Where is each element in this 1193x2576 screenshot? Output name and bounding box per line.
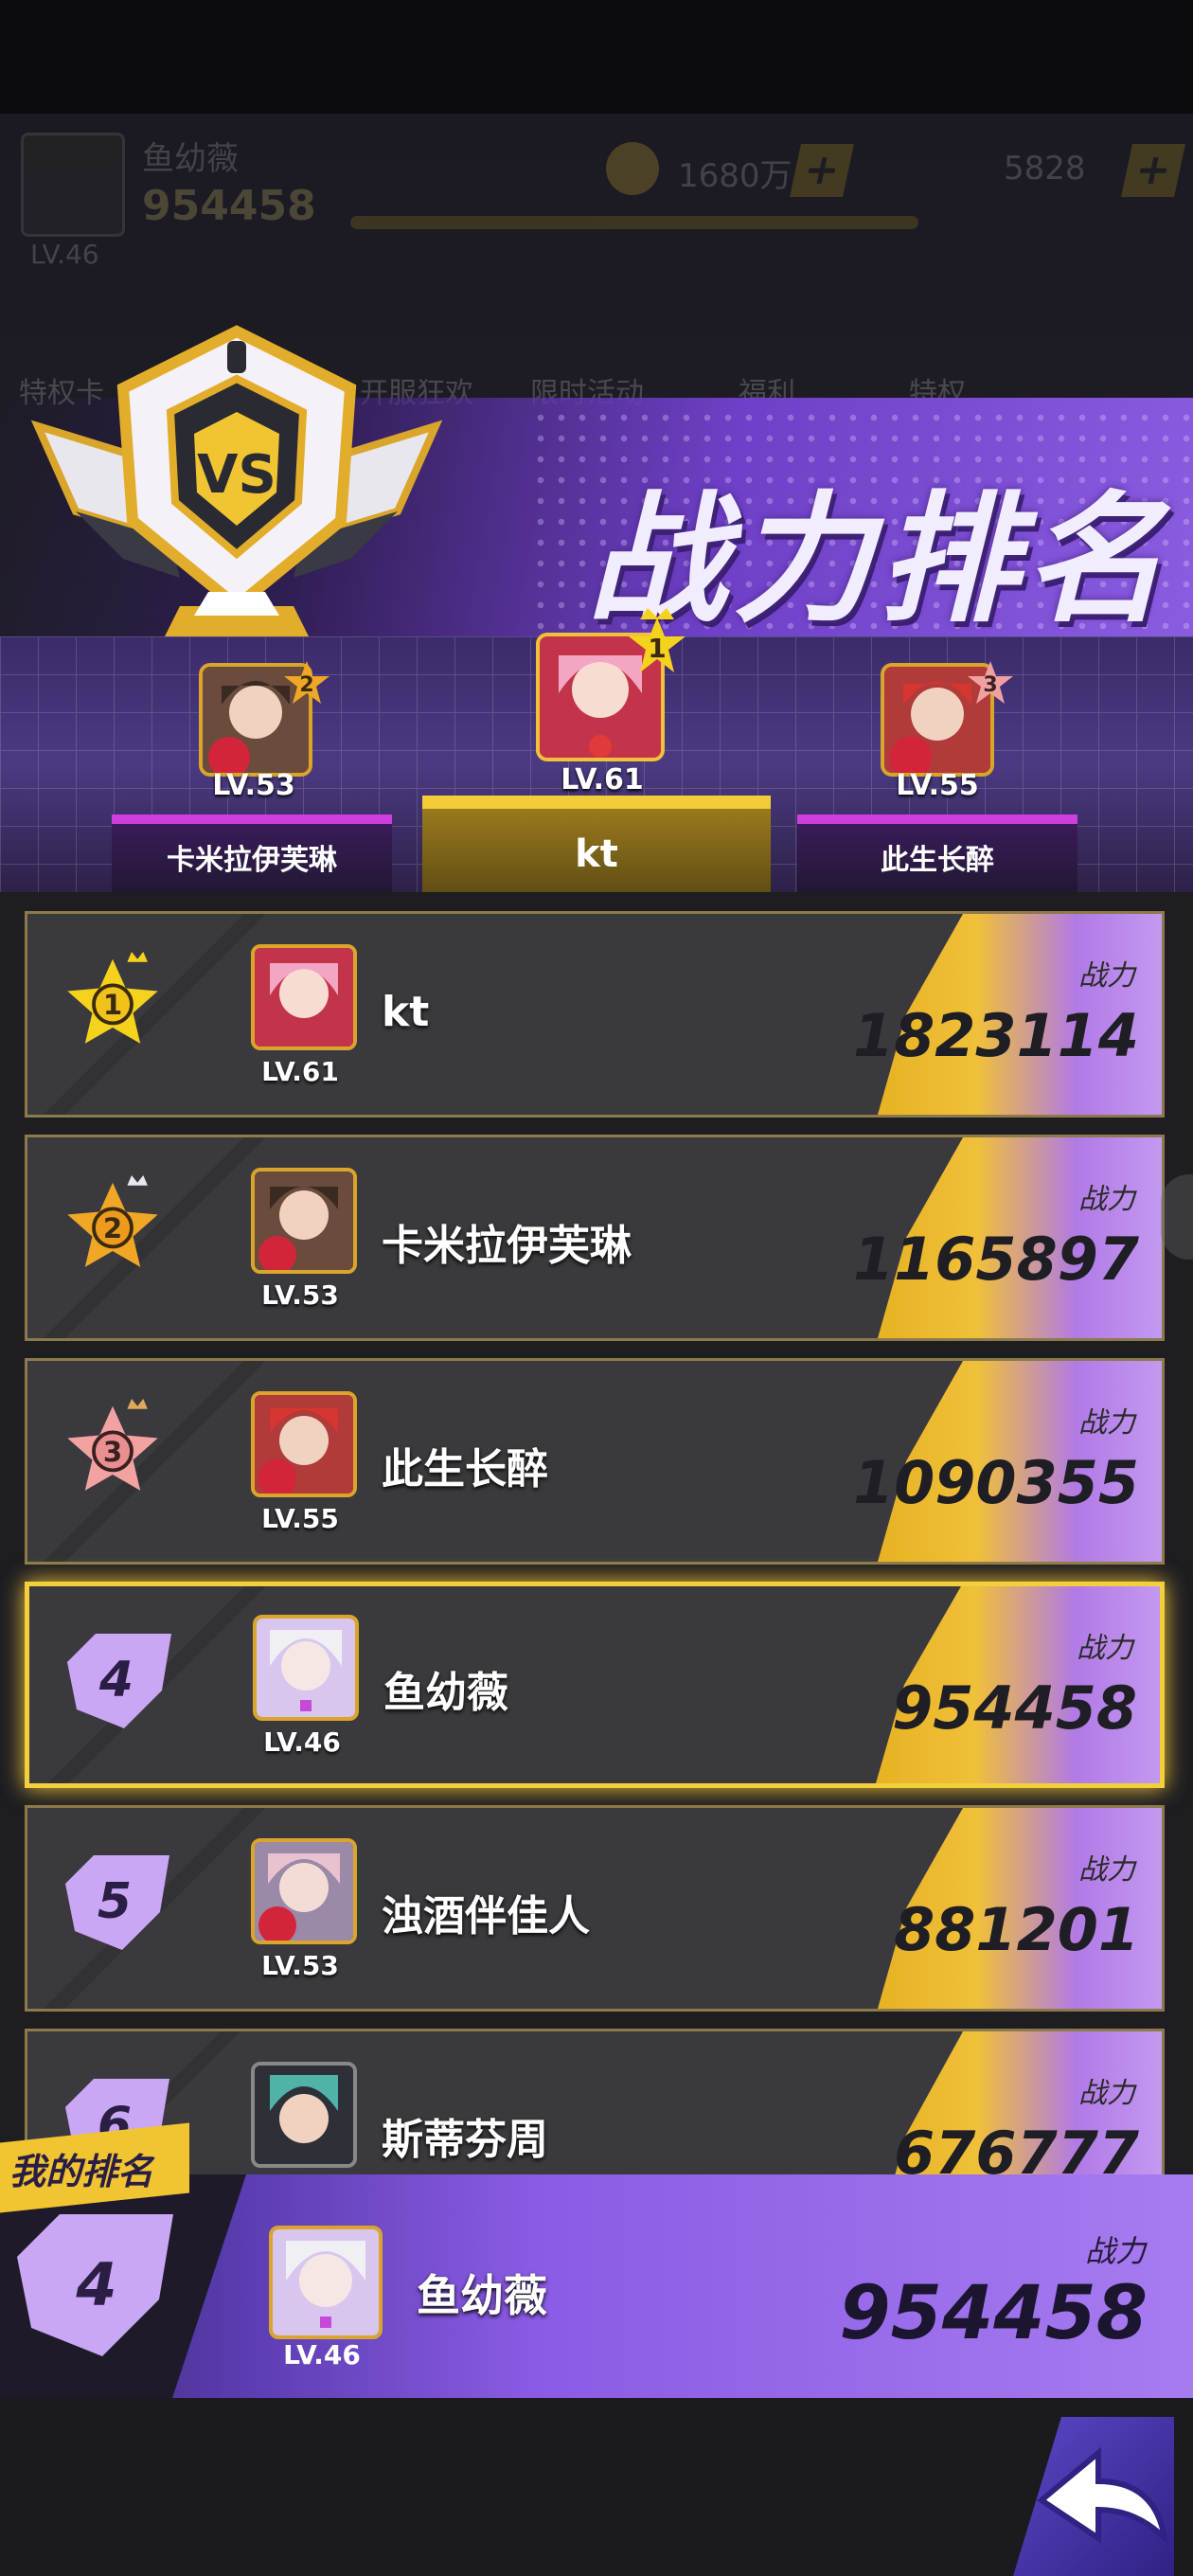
rank-2-star-icon: 2 — [284, 661, 329, 704]
add-gold-plus-icon: + — [790, 144, 854, 197]
svg-text:4: 4 — [98, 1652, 134, 1708]
player-power: 1090355 — [853, 1448, 1139, 1517]
add-gem-plus-icon: + — [1121, 144, 1185, 197]
power-label: 战力 — [1078, 1853, 1135, 1887]
player-name: 此生长醉 — [382, 1445, 548, 1494]
side-scroll-handle[interactable] — [1161, 1174, 1193, 1260]
bottom-area — [0, 2398, 1193, 2576]
power-label: 战力 — [1078, 2077, 1135, 2110]
podium-3-level: LV.55 — [896, 769, 979, 802]
player-power: 1823114 — [853, 1001, 1139, 1070]
player-name: 鱼幼薇 — [383, 1669, 508, 1717]
svg-text:1: 1 — [103, 989, 122, 1021]
svg-text:2: 2 — [103, 1212, 122, 1244]
hud-player-power: 954458 — [142, 182, 316, 230]
my-avatar[interactable] — [269, 2226, 383, 2339]
hud-player-level: LV.46 — [30, 239, 99, 270]
player-power: 1165897 — [853, 1225, 1139, 1294]
player-power: 954458 — [892, 1673, 1137, 1743]
back-arrow-icon — [1036, 2446, 1169, 2547]
rank-4-badge-icon: 4 — [67, 1634, 171, 1728]
player-avatar[interactable] — [251, 1168, 357, 1274]
player-avatar[interactable] — [253, 1615, 359, 1721]
rank-1-star-icon: 1 — [67, 952, 158, 1044]
player-level: LV.61 — [261, 1056, 339, 1087]
podium-1-level: LV.61 — [561, 763, 644, 796]
player-power: 676777 — [894, 2119, 1139, 2174]
player-avatar[interactable] — [251, 2062, 357, 2168]
ranking-row-3[interactable]: 3 LV.55 此生长醉 战力 1090355 — [25, 1358, 1165, 1565]
svg-text:2: 2 — [299, 673, 313, 697]
svg-text:5: 5 — [98, 1873, 132, 1930]
power-label: 战力 — [1078, 959, 1135, 993]
player-avatar[interactable] — [251, 1838, 357, 1944]
my-name: 鱼幼薇 — [417, 2270, 547, 2321]
ranking-row-5[interactable]: 5 LV.53 浊酒伴佳人 战力 881201 — [25, 1805, 1165, 2012]
ranking-row-6[interactable]: 6 斯蒂芬周 战力 676777 — [25, 2029, 1165, 2174]
my-rank-badge-icon: 4 — [17, 2214, 173, 2356]
hud-avatar — [21, 133, 125, 237]
svg-text:VS: VS — [197, 444, 276, 506]
player-avatar[interactable] — [251, 1391, 357, 1497]
rank-2-star-icon: 2 — [67, 1175, 158, 1267]
rank-3-star-icon: 3 — [67, 1399, 158, 1491]
hud-gem-value: 5828 — [1004, 150, 1086, 188]
ranking-row-4[interactable]: 4 LV.46 鱼幼薇 战力 954458 — [25, 1582, 1165, 1788]
player-name: 斯蒂芬周 — [382, 2116, 548, 2164]
player-name: 卡米拉伊芙琳 — [382, 1222, 632, 1270]
power-label: 战力 — [1078, 1406, 1135, 1440]
vs-trophy-icon: VS — [30, 325, 443, 644]
rank-3-star-icon: 3 — [968, 661, 1013, 704]
ranking-row-1[interactable]: 1 LV.61 kt 战力 1823114 — [25, 911, 1165, 1118]
hud-gold-value: 1680万 — [678, 157, 792, 195]
svg-text:1: 1 — [648, 633, 666, 664]
svg-text:3: 3 — [983, 673, 997, 697]
rank-1-crown-star-icon: 1 — [629, 608, 686, 672]
player-level: LV.53 — [261, 1279, 339, 1311]
hud-player-name: 鱼幼薇 — [142, 140, 239, 178]
podium-1-name: kt — [422, 796, 771, 900]
podium-2-level: LV.53 — [212, 769, 295, 802]
hud-exp-bar — [350, 216, 918, 229]
player-level: LV.46 — [263, 1726, 341, 1758]
power-label: 战力 — [1078, 1183, 1135, 1216]
my-power-label: 战力 — [1084, 2233, 1146, 2269]
gold-coin-icon — [606, 142, 659, 195]
ranking-row-2[interactable]: 2 LV.53 卡米拉伊芙琳 战力 1165897 — [25, 1135, 1165, 1341]
my-power: 954458 — [839, 2271, 1148, 2356]
podium-3-name: 此生长醉 — [797, 814, 1077, 898]
player-avatar[interactable] — [251, 944, 357, 1050]
svg-text:3: 3 — [103, 1436, 122, 1468]
rank-5-badge-icon: 5 — [65, 1855, 169, 1950]
my-level: LV.46 — [283, 2339, 361, 2370]
player-level: LV.55 — [261, 1503, 339, 1534]
player-name: 浊酒伴佳人 — [382, 1892, 590, 1941]
my-rank-tag-label: 我的排名 — [9, 2151, 154, 2192]
power-label: 战力 — [1077, 1632, 1133, 1665]
player-power: 881201 — [894, 1895, 1139, 1964]
podium-2-name: 卡米拉伊芙琳 — [112, 814, 392, 898]
player-level: LV.53 — [261, 1950, 339, 1981]
player-name: kt — [382, 988, 430, 1036]
svg-text:4: 4 — [75, 2250, 116, 2319]
